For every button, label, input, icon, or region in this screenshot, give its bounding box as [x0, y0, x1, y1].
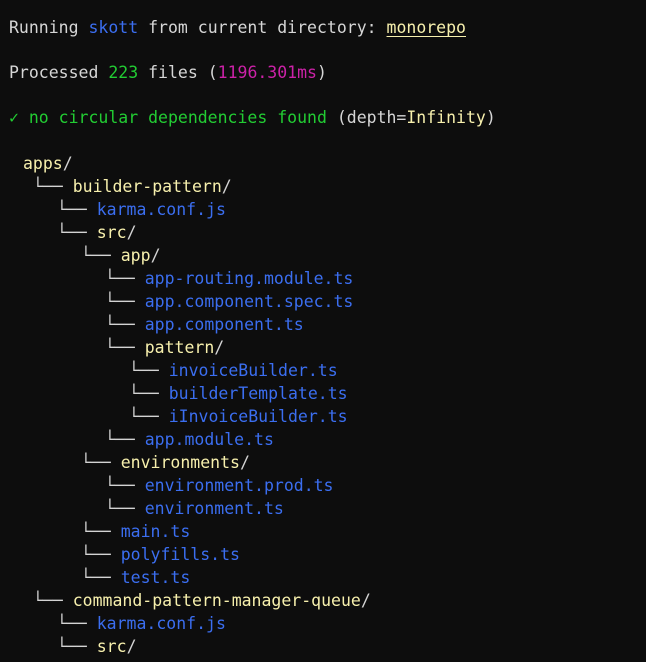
file-name[interactable]: environment.prod.ts [145, 476, 334, 495]
directory-slash: / [126, 637, 137, 656]
file-name[interactable]: polyfills.ts [121, 545, 240, 564]
depth-value-text: Infinity [406, 108, 486, 127]
file-name[interactable]: app.component.spec.ts [145, 292, 354, 311]
tree-file-row: └── app.module.ts [9, 428, 646, 451]
checkmark-icon: ✓ [9, 108, 19, 127]
tree-branch-connector-icon: └── [105, 476, 145, 495]
tree-branch-connector-icon: └── [57, 614, 97, 633]
tree-branch-connector-icon: └── [81, 453, 121, 472]
tree-file-row: └── app-routing.module.ts [9, 267, 646, 290]
tree-branch-connector-icon: └── [81, 522, 121, 541]
terminal-window: Running skott from current directory: mo… [0, 0, 646, 662]
tree-branch-connector-icon: └── [57, 637, 97, 656]
file-name[interactable]: main.ts [121, 522, 191, 541]
file-name[interactable]: test.ts [121, 568, 191, 587]
tree-branch-connector-icon: └── [129, 407, 169, 426]
file-name[interactable]: app-routing.module.ts [145, 269, 354, 288]
file-name[interactable]: iInvoiceBuilder.ts [169, 407, 348, 426]
processed-prefix-text: Processed [9, 63, 109, 82]
running-prefix-text: Running [9, 18, 89, 37]
running-middle-text: from current directory: [138, 18, 387, 37]
directory-name[interactable]: app [121, 246, 151, 265]
tree-branch-connector-icon: └── [105, 338, 145, 357]
tree-branch-connector-icon: └── [33, 177, 73, 196]
tree-directory-row: apps/ [9, 152, 646, 175]
tree-branch-connector-icon: └── [33, 591, 73, 610]
directory-slash: / [360, 591, 371, 610]
header-line-processed: Processed 223 files (1196.301ms) [9, 61, 646, 84]
processed-file-count: 223 [108, 63, 139, 82]
directory-slash: / [239, 453, 250, 472]
tree-directory-row: └── app/ [9, 244, 646, 267]
depth-close-text: ) [485, 108, 496, 127]
tree-file-row: └── iInvoiceBuilder.ts [9, 405, 646, 428]
file-name[interactable]: app.component.ts [145, 315, 304, 334]
dependency-tree: apps/└── builder-pattern/└── karma.conf.… [0, 152, 646, 658]
tree-file-row: └── test.ts [9, 566, 646, 589]
directory-slash: / [150, 246, 161, 265]
tree-branch-connector-icon: └── [129, 361, 169, 380]
depth-open-text: (depth= [336, 108, 407, 127]
tree-branch-connector-icon: └── [81, 246, 121, 265]
tree-branch-connector-icon: └── [57, 200, 97, 219]
directory-name[interactable]: command-pattern-manager-queue [73, 591, 361, 610]
tree-directory-row: └── pattern/ [9, 336, 646, 359]
directory-name[interactable]: builder-pattern [73, 177, 222, 196]
tree-branch-connector-icon: └── [81, 545, 121, 564]
tree-branch-connector-icon: └── [105, 269, 145, 288]
processed-duration: 1196.301ms [217, 63, 317, 82]
directory-name[interactable]: environments [121, 453, 240, 472]
tree-file-row: └── karma.conf.js [9, 198, 646, 221]
file-name[interactable]: environment.ts [145, 499, 284, 518]
no-circular-dependencies-text: no circular dependencies found [18, 108, 337, 127]
tree-file-row: └── karma.conf.js [9, 612, 646, 635]
header-spacer-1 [9, 39, 646, 61]
tree-directory-row: └── src/ [9, 635, 646, 658]
directory-name[interactable]: src [97, 223, 127, 242]
tree-file-row: └── main.ts [9, 520, 646, 543]
tree-branch-connector-icon: └── [105, 430, 145, 449]
file-name[interactable]: builderTemplate.ts [169, 384, 348, 403]
tree-directory-row: └── environments/ [9, 451, 646, 474]
tree-branch-connector-icon: └── [105, 292, 145, 311]
file-name[interactable]: app.module.ts [145, 430, 274, 449]
processed-middle-text: files ( [138, 63, 218, 82]
directory-slash: / [62, 154, 73, 173]
tree-file-row: └── builderTemplate.ts [9, 382, 646, 405]
tool-name-text: skott [88, 18, 139, 37]
tree-directory-row: └── src/ [9, 221, 646, 244]
directory-slash: / [126, 223, 137, 242]
processed-suffix-text: ) [316, 63, 327, 82]
working-directory-text: monorepo [386, 18, 466, 37]
directory-slash: / [214, 338, 225, 357]
tree-branch-connector-icon: └── [105, 315, 145, 334]
file-name[interactable]: invoiceBuilder.ts [169, 361, 338, 380]
tree-branch-connector-icon: └── [105, 499, 145, 518]
tree-directory-row: └── builder-pattern/ [9, 175, 646, 198]
header-spacer-2 [9, 84, 646, 106]
header-line-result: ✓ no circular dependencies found (depth=… [9, 106, 646, 129]
terminal-header: Running skott from current directory: mo… [0, 0, 646, 129]
tree-file-row: └── environment.ts [9, 497, 646, 520]
directory-name[interactable]: pattern [145, 338, 215, 357]
tree-file-row: └── invoiceBuilder.ts [9, 359, 646, 382]
file-name[interactable]: karma.conf.js [97, 614, 226, 633]
tree-branch-connector-icon: └── [57, 223, 97, 242]
directory-name[interactable]: src [97, 637, 127, 656]
tree-file-row: └── environment.prod.ts [9, 474, 646, 497]
file-name[interactable]: karma.conf.js [97, 200, 226, 219]
tree-branch-connector-icon: └── [81, 568, 121, 587]
tree-file-row: └── app.component.ts [9, 313, 646, 336]
tree-file-row: └── app.component.spec.ts [9, 290, 646, 313]
header-line-running: Running skott from current directory: mo… [9, 16, 646, 39]
directory-name[interactable]: apps [23, 154, 63, 173]
directory-slash: / [221, 177, 232, 196]
tree-branch-connector-icon: └── [129, 384, 169, 403]
tree-directory-row: └── command-pattern-manager-queue/ [9, 589, 646, 612]
tree-file-row: └── polyfills.ts [9, 543, 646, 566]
